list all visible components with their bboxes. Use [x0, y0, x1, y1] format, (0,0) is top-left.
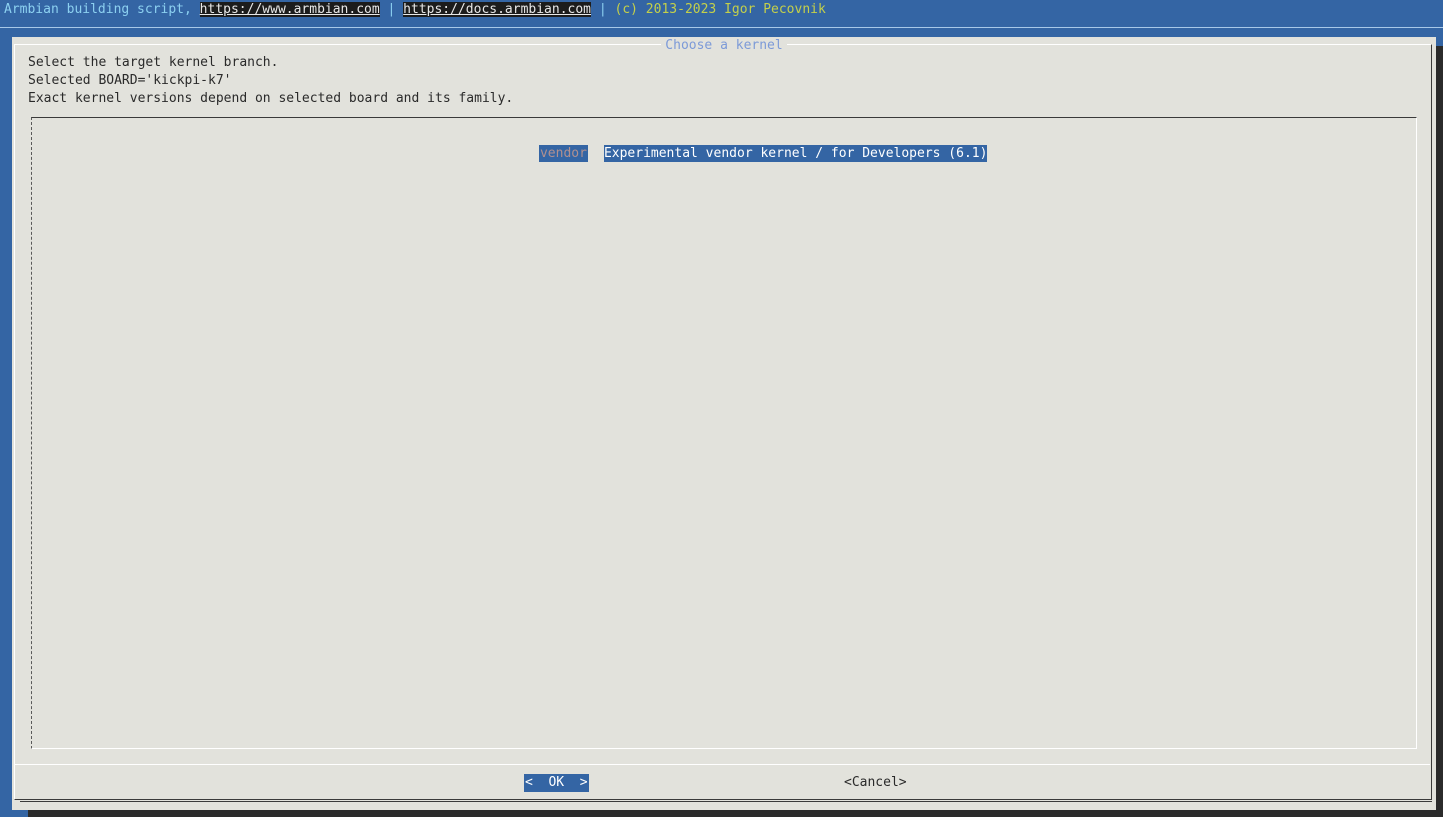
backtitle-separator: | [591, 2, 615, 17]
prompt-line: Selected BOARD='kickpi-k7' [28, 73, 232, 88]
menu-item-description[interactable]: Experimental vendor kernel / for Develop… [603, 145, 988, 162]
ok-button[interactable]: < OK > [524, 774, 589, 792]
armbian-docs-link[interactable]: https://docs.armbian.com [403, 2, 592, 17]
backtitle-bar: Armbian building script, https://www.arm… [0, 0, 1443, 20]
dialog-shadow-bottom [28, 810, 1443, 817]
kernel-menu-list[interactable]: vendor Experimental vendor kernel / for D… [31, 117, 1417, 749]
dialog-bottom-border [20, 801, 1432, 802]
dialog-title-text: Choose a kernel [661, 38, 787, 53]
prompt-line: Select the target kernel branch. [28, 55, 279, 70]
backtitle-divider [0, 27, 1443, 28]
cancel-button[interactable]: <Cancel> [844, 774, 907, 792]
dialog-title: Choose a kernel [12, 37, 1436, 55]
armbian-website-link[interactable]: https://www.armbian.com [199, 2, 380, 17]
dialog-shadow-right [1436, 46, 1443, 817]
backtitle-separator: | [379, 2, 404, 17]
menu-item-tag[interactable]: vendor [538, 145, 588, 162]
button-separator [15, 764, 1430, 765]
backtitle-prefix: Armbian building script, [4, 2, 200, 17]
menu-item-vendor[interactable]: vendor Experimental vendor kernel / for D… [492, 128, 988, 162]
prompt-line: Exact kernel versions depend on selected… [28, 91, 514, 106]
backtitle-copyright: (c) 2013-2023 Igor Pecovnik [614, 2, 826, 17]
kernel-dialog: Choose a kernel Select the target kernel… [12, 37, 1436, 810]
dialog-prompt: Select the target kernel branch. Selecte… [28, 54, 513, 108]
